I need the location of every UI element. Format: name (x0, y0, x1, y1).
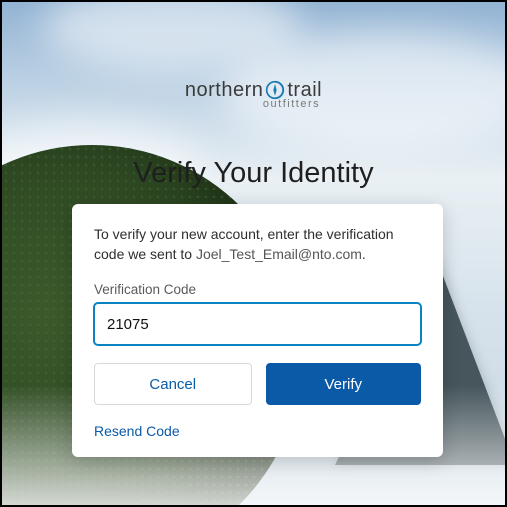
app-frame: northern trail outfitters Verify Your Id… (0, 0, 507, 507)
brand-word-1: northern (185, 80, 264, 100)
page-title: Verify Your Identity (2, 157, 505, 190)
compass-icon (265, 80, 285, 100)
cancel-button[interactable]: Cancel (94, 363, 252, 405)
brand-subtitle: outfitters (185, 98, 322, 110)
verify-card: To verify your new account, enter the ve… (72, 204, 443, 457)
verification-code-input[interactable] (94, 303, 421, 345)
code-label: Verification Code (94, 282, 421, 297)
resend-code-link[interactable]: Resend Code (94, 423, 421, 439)
verify-button[interactable]: Verify (266, 363, 422, 405)
brand-word-2: trail (287, 80, 322, 100)
instruction-suffix: . (362, 246, 366, 262)
instruction-text: To verify your new account, enter the ve… (94, 224, 421, 264)
brand-logo: northern trail outfitters (2, 80, 505, 110)
instruction-email: Joel_Test_Email@nto.com (196, 246, 362, 262)
